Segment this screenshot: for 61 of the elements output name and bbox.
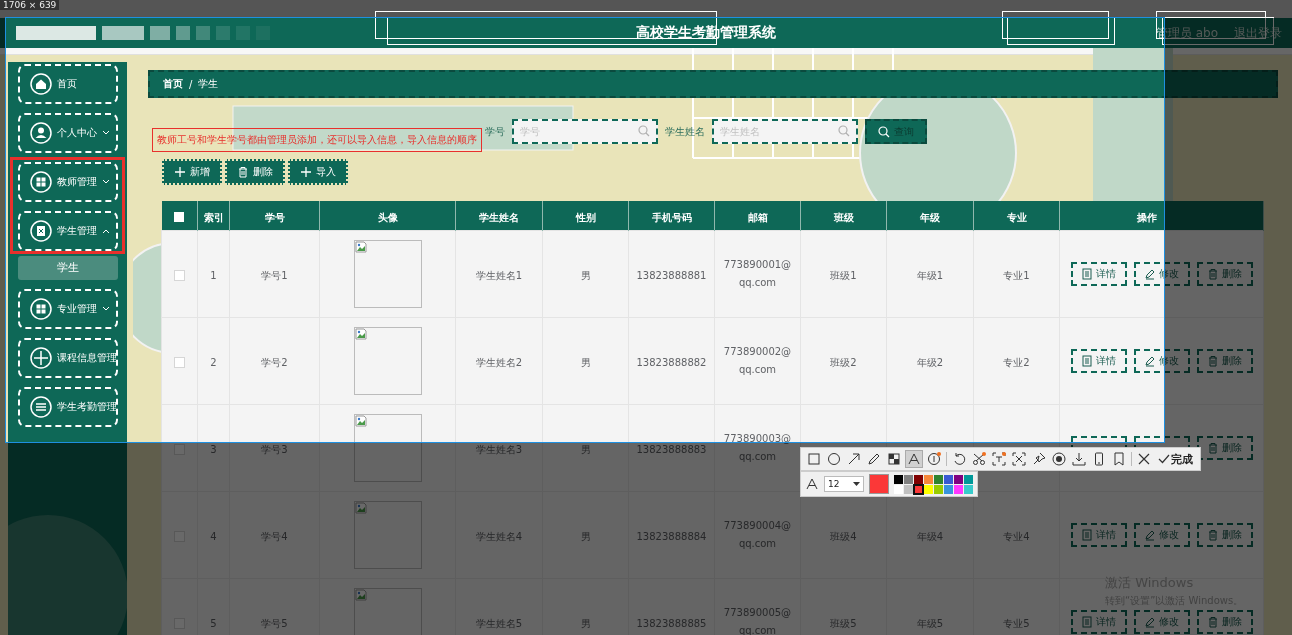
table-cell: 专业2: [1003, 356, 1030, 368]
menu-item[interactable]: 教师管理: [17, 162, 118, 202]
table-cell: 4: [210, 530, 217, 542]
table-cell: 13823888882: [636, 356, 707, 368]
table-cell: 2: [210, 356, 217, 368]
menu-item[interactable]: 学生管理: [17, 211, 118, 251]
toolbar-button[interactable]: 导入: [288, 159, 348, 185]
column-header: 操作: [1136, 212, 1157, 223]
column-header: 邮箱: [747, 212, 768, 223]
table-cell: 男: [580, 269, 591, 281]
annotation-text: 教师工号和学生学号都由管理员添加，还可以导入信息，导入信息的顺序: [152, 128, 482, 152]
table-cell: 专业4: [1003, 530, 1030, 542]
table-cell: 学生姓名1: [475, 269, 523, 281]
row-action-button[interactable]: 详情: [1070, 262, 1127, 286]
table-cell: 学生姓名2: [475, 356, 523, 368]
done-button[interactable]: 完成: [1156, 451, 1195, 467]
row-action-button[interactable]: 详情: [1070, 349, 1127, 373]
menu-item[interactable]: 学生考勤管理: [17, 387, 118, 427]
table-cell: 学号1: [261, 269, 288, 281]
table-cell: 年级1: [916, 269, 944, 281]
column-header: 头像: [377, 212, 398, 223]
table-cell: 1: [210, 269, 217, 281]
submenu-item[interactable]: 学生: [17, 256, 118, 280]
table-cell: 男: [580, 356, 591, 368]
table-cell: 5: [210, 617, 217, 629]
column-header: 学号: [264, 212, 285, 223]
toolbar-button[interactable]: 删除: [225, 159, 285, 185]
menu-item[interactable]: 首页: [17, 64, 118, 104]
column-header: 班级: [833, 212, 854, 223]
table-cell-text: 773890003@qq.com: [722, 432, 793, 464]
table-cell: 专业5: [1003, 617, 1030, 629]
table-cell-text: 773890002@qq.com: [722, 345, 793, 377]
table-cell: 班级1: [830, 269, 857, 281]
menu-item[interactable]: 个人中心: [17, 113, 118, 153]
menu-item[interactable]: 专业管理: [17, 289, 118, 329]
field-label: 学生姓名: [664, 124, 705, 139]
table-cell: 13823888885: [636, 617, 707, 629]
table-cell-text: 773890004@qq.com: [722, 519, 793, 551]
column-header: 专业: [1006, 212, 1027, 223]
table-cell: 专业1: [1003, 269, 1030, 281]
column-header: 学生姓名: [479, 212, 519, 223]
font-size-dropdown[interactable]: 12: [824, 476, 864, 492]
breadcrumb-item[interactable]: 首页: [163, 77, 183, 91]
table-cell: 学号2: [261, 356, 288, 368]
breadcrumb-item: 学生: [198, 77, 219, 91]
toolbar-button[interactable]: 新增: [162, 159, 222, 185]
column-header: 性别: [575, 212, 596, 223]
breadcrumb-separator: /: [189, 78, 193, 90]
table-cell: 年级2: [916, 356, 944, 368]
size-label: 1706 × 639: [0, 0, 60, 10]
table-cell: 班级2: [830, 356, 857, 368]
column-header: 索引: [203, 212, 224, 223]
column-header: 年级: [920, 212, 940, 223]
table-cell: 3: [210, 443, 217, 455]
table-cell: 13823888884: [636, 530, 707, 542]
table-cell: 13823888881: [636, 269, 707, 281]
menu-item[interactable]: 课程信息管理: [17, 338, 118, 378]
table-cell: 13823888883: [636, 443, 707, 455]
field-label: 学号: [484, 124, 505, 139]
column-header: 手机号码: [651, 212, 692, 223]
table-cell-text: 773890001@qq.com: [722, 258, 793, 290]
